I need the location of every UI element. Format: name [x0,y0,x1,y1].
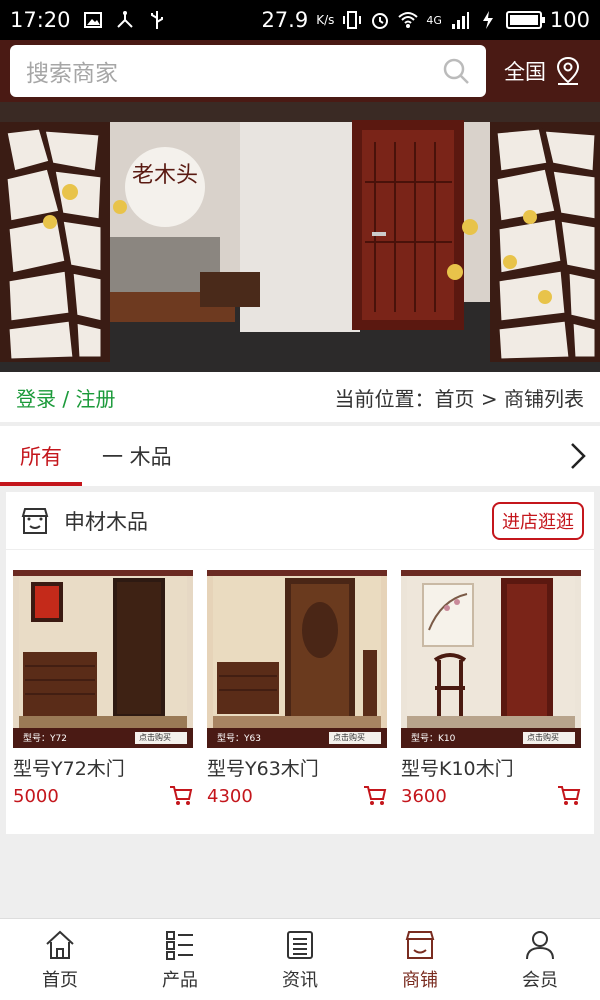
product-title[interactable]: 型号K10木门 [401,754,581,781]
network-type: 4G [426,13,442,27]
share-icon [116,11,133,28]
product-model-tag: 型号：Y72 [23,734,67,744]
nav-home-label: 首页 [42,969,78,991]
battery-icon [505,11,545,29]
shop-icon [405,930,435,959]
product-buy-tag: 点击购买 [527,733,559,742]
usb-icon [150,11,163,29]
product-image[interactable]: 型号：K10 点击购买 [401,570,581,748]
region-selector[interactable]: 全国 [504,56,582,86]
tab-all-label: 所有 [20,445,62,469]
brand-logo-text: 老木头 [132,163,198,188]
nav-shops[interactable]: 商铺 [360,919,480,1000]
nav-products-label: 产品 [162,969,198,991]
breadcrumb: 当前位置：首页 > 商铺列表 [334,386,584,411]
battery-level: 100 [549,8,590,32]
cart-icon[interactable] [363,785,387,807]
tab-all[interactable]: 所有 [0,426,82,486]
product-price: 3600 [401,785,447,807]
app-header: 搜索商家 全国 [0,40,600,102]
product-image[interactable]: 型号：Y72 点击购买 [13,570,193,748]
product-image[interactable]: 型号：Y63 点击购买 [207,570,387,748]
status-bar: 17:20 27.9 K/s 4G 100 [0,0,600,40]
product-model-tag: 型号：K10 [411,734,456,744]
search-input[interactable]: 搜索商家 [10,45,486,97]
banner-image: 老木头 [0,102,600,372]
nav-products[interactable]: 产品 [120,919,240,1000]
status-time: 17:20 [10,8,71,32]
search-icon[interactable] [442,57,470,85]
product-item[interactable]: 型号：Y63 点击购买 型号Y63木门 4300 [207,570,387,807]
chevron-right-icon [571,443,586,469]
product-title[interactable]: 型号Y72木门 [13,754,193,781]
signal-icon [451,12,469,29]
shop-card: 申材木品 进店逛逛 型号：Y72 点击购买 型号Y72木门 5000 型号：Y6… [6,492,594,834]
product-price: 5000 [13,785,59,807]
tab-wood-label: 一 木品 [102,445,172,469]
wifi-icon [398,12,419,28]
shop-name[interactable]: 申材木品 [64,506,148,536]
shop-icon [21,507,49,534]
alarm-icon [372,13,389,29]
charging-icon [482,11,493,29]
category-tabs: 所有 一 木品 [0,426,600,486]
cart-icon[interactable] [557,785,581,807]
visit-store-button[interactable]: 进店逛逛 [492,501,584,540]
home-icon [46,930,74,959]
shop-header: 申材木品 进店逛逛 [6,492,594,550]
region-label: 全国 [504,60,546,84]
tabs-more-button[interactable] [556,426,600,486]
gallery-icon [83,12,102,28]
nav-member[interactable]: 会员 [480,919,600,1000]
product-item[interactable]: 型号：Y72 点击购买 型号Y72木门 5000 [13,570,193,807]
product-list: 型号：Y72 点击购买 型号Y72木门 5000 型号：Y63 点击购买 型号Y… [6,550,594,807]
tab-wood[interactable]: 一 木品 [82,426,192,486]
product-item[interactable]: 型号：K10 点击购买 型号K10木门 3600 [401,570,581,807]
nav-member-label: 会员 [522,969,558,991]
bottom-nav: 首页 产品 资讯 商铺 会员 [0,918,600,1000]
network-speed: 27.9 [261,8,309,32]
login-register-link[interactable]: 登录 / 注册 [16,383,115,412]
user-icon [526,930,554,959]
product-buy-tag: 点击购买 [139,733,171,742]
cart-icon[interactable] [169,785,193,807]
breadcrumb-bar: 登录 / 注册 当前位置：首页 > 商铺列表 [0,372,600,422]
nav-home[interactable]: 首页 [0,919,120,1000]
list-icon [166,930,193,960]
nav-shops-label: 商铺 [402,969,438,991]
network-speed-unit: K/s [316,13,335,27]
product-price: 4300 [207,785,253,807]
vibrate-icon [343,11,362,29]
search-placeholder: 搜索商家 [26,61,118,87]
nav-news-label: 资讯 [282,969,318,991]
location-pin-icon [556,56,580,85]
promo-banner[interactable]: 老木头 [0,102,600,372]
product-buy-tag: 点击购买 [333,733,365,742]
product-title[interactable]: 型号Y63木门 [207,754,387,781]
news-icon [287,930,313,959]
nav-news[interactable]: 资讯 [240,919,360,1000]
product-model-tag: 型号：Y63 [217,734,261,744]
